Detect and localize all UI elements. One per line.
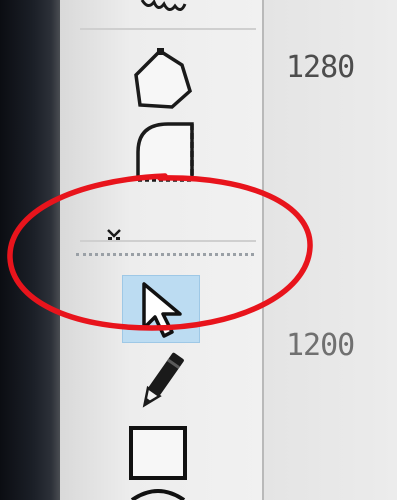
- toolbar-dotted-separator: [76, 253, 254, 256]
- ruler-label-1280: 1280: [286, 50, 355, 85]
- cloud-shape-icon[interactable]: [138, 0, 188, 16]
- toolbar-separator-mid: [80, 240, 256, 242]
- ruler-label-1200: 1200: [286, 328, 355, 363]
- rectangle-icon[interactable]: [127, 424, 189, 482]
- ellipse-icon[interactable]: [128, 488, 188, 500]
- polygon-shape-icon[interactable]: [132, 45, 198, 111]
- monitor-bezel: [0, 0, 60, 500]
- pencil-icon[interactable]: [136, 350, 184, 416]
- toolbar-separator-top: [80, 28, 256, 30]
- rounded-corner-shape-icon[interactable]: [134, 118, 200, 190]
- select-arrow-icon[interactable]: [138, 280, 194, 340]
